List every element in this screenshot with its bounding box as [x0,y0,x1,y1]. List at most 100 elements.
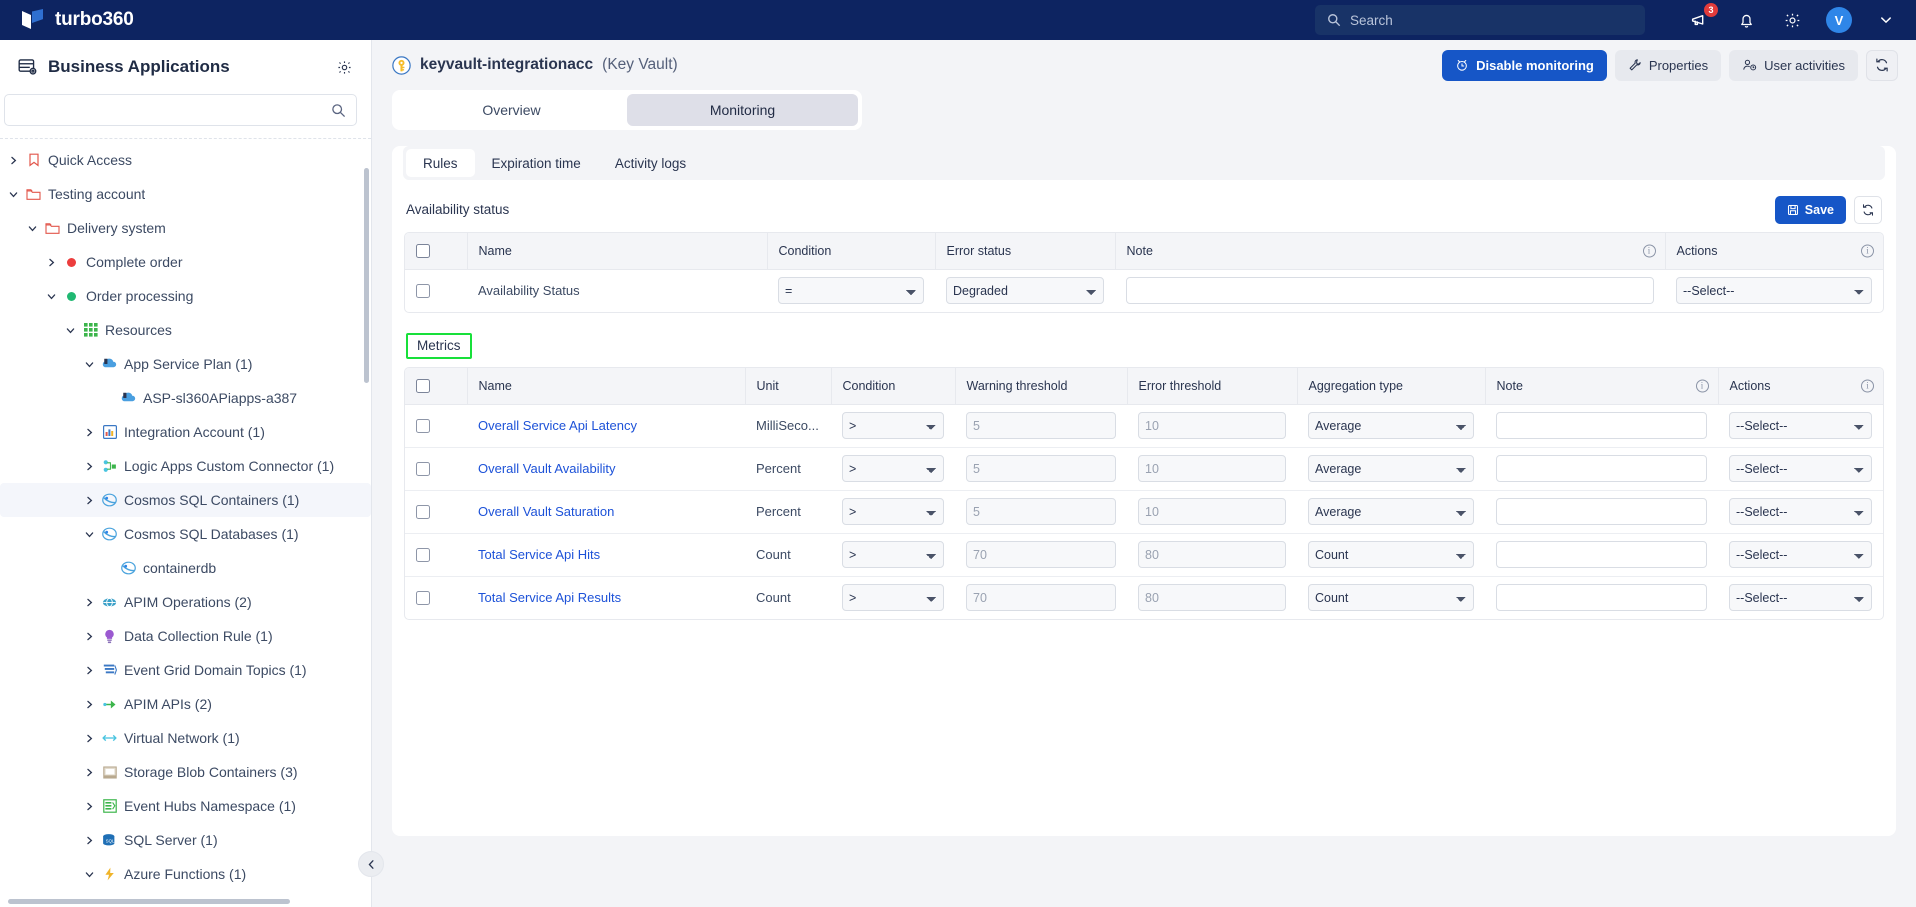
tree-item[interactable]: containerdb [0,551,371,585]
actions-select[interactable]: --Select-- [1729,412,1872,439]
search-icon[interactable] [331,103,346,118]
note-input[interactable] [1496,541,1707,568]
select-all-checkbox[interactable] [416,378,430,393]
brand-logo[interactable]: turbo360 [0,9,134,31]
chevron-right-icon[interactable] [84,665,100,676]
condition-select[interactable]: >>=<<==!= [842,541,944,568]
tree-item[interactable]: Azure Functions (1) [0,857,371,891]
subtab-activity-logs[interactable]: Activity logs [598,149,703,177]
chevron-down-icon[interactable] [27,223,43,234]
warning-threshold-input[interactable] [966,584,1116,612]
actions-select[interactable]: --Select-- [1729,455,1872,482]
info-icon[interactable]: i [1695,379,1709,393]
disable-monitoring-button[interactable]: Disable monitoring [1442,49,1607,81]
condition-select[interactable]: >>=<<==!= [842,412,944,439]
tree-item[interactable]: Cosmos SQL Containers (1) [0,483,371,517]
actions-select[interactable]: --Select-- [1676,277,1872,305]
tree-item[interactable]: Storage Blob Containers (3) [0,755,371,789]
row-checkbox[interactable] [416,590,430,605]
actions-select[interactable]: --Select-- [1729,584,1872,612]
chevron-down-icon[interactable] [8,189,24,200]
tree-item[interactable]: APIM APIs (2) [0,687,371,721]
metric-name-link[interactable]: Total Service Api Results [478,590,621,605]
chevron-right-icon[interactable] [84,801,100,812]
metric-name-link[interactable]: Overall Service Api Latency [478,418,637,433]
chevron-right-icon[interactable] [8,155,24,166]
chevron-right-icon[interactable] [84,835,100,846]
bell-icon[interactable] [1734,8,1758,32]
sidebar-horizontal-scrollbar[interactable] [8,899,290,904]
tree-item[interactable]: Delivery system [0,211,371,245]
info-icon[interactable]: i [1861,379,1874,393]
aggregation-type-select[interactable]: AverageCountMinimumMaximumTotal [1308,541,1474,568]
sidebar-vertical-scrollbar[interactable] [364,168,369,383]
sidebar-search-box[interactable] [4,94,357,126]
sidebar-settings-gear-icon[interactable] [336,59,353,76]
tree-item[interactable]: ASP-sl360APiapps-a387 [0,381,371,415]
warning-threshold-input[interactable] [966,455,1116,482]
tab-overview[interactable]: Overview [396,94,627,126]
chevron-right-icon[interactable] [84,767,100,778]
tree-item[interactable]: Quick Access [0,143,371,177]
aggregation-type-select[interactable]: AverageCountMinimumMaximumTotal [1308,455,1474,482]
refresh-icon[interactable] [1866,49,1898,81]
tree-item[interactable]: Event Grid Domain Topics (1) [0,653,371,687]
info-icon[interactable]: i [1861,244,1874,258]
row-checkbox[interactable] [416,547,430,562]
chevron-right-icon[interactable] [84,699,100,710]
metric-name-link[interactable]: Overall Vault Saturation [478,504,614,519]
note-input[interactable] [1496,584,1707,612]
chevron-down-icon[interactable] [84,359,100,370]
actions-select[interactable]: --Select-- [1729,498,1872,525]
aggregation-type-select[interactable]: AverageCountMinimumMaximumTotal [1308,498,1474,525]
chevron-right-icon[interactable] [84,733,100,744]
chevron-right-icon[interactable] [84,461,100,472]
error-threshold-input[interactable] [1138,541,1286,568]
select-all-checkbox[interactable] [416,243,430,258]
row-checkbox[interactable] [416,461,430,476]
chevron-down-icon[interactable] [46,291,62,302]
avatar[interactable]: V [1826,7,1852,33]
tree-item[interactable]: SQL SQL Server (1) [0,823,371,857]
error-threshold-input[interactable] [1138,455,1286,482]
condition-select[interactable]: >>=<<==!= [842,455,944,482]
metric-name-link[interactable]: Total Service Api Hits [478,547,600,562]
info-icon[interactable]: i [1642,244,1656,258]
note-input[interactable] [1496,412,1707,439]
tab-monitoring[interactable]: Monitoring [627,94,858,126]
tree-item[interactable]: Complete order [0,245,371,279]
note-input[interactable] [1496,498,1707,525]
chevron-right-icon[interactable] [84,597,100,608]
tree-item[interactable]: Cosmos SQL Databases (1) [0,517,371,551]
tree-item[interactable]: Data Collection Rule (1) [0,619,371,653]
chevron-right-icon[interactable] [84,427,100,438]
tree-item[interactable]: Event Hubs Namespace (1) [0,789,371,823]
user-activities-button[interactable]: User activities [1729,49,1858,81]
row-checkbox[interactable] [416,504,430,519]
warning-threshold-input[interactable] [966,412,1116,439]
availability-refresh-icon[interactable] [1854,195,1882,224]
note-input[interactable] [1496,455,1707,482]
condition-select[interactable]: =!=>< [778,277,924,305]
tree-item[interactable]: Virtual Network (1) [0,721,371,755]
actions-select[interactable]: --Select-- [1729,541,1872,568]
tree-item[interactable]: Integration Account (1) [0,415,371,449]
megaphone-icon[interactable]: 3 [1688,3,1718,32]
error-threshold-input[interactable] [1138,498,1286,525]
tree-item[interactable]: Resources [0,313,371,347]
aggregation-type-select[interactable]: AverageCountMinimumMaximumTotal [1308,584,1474,612]
tree-item[interactable]: Logic Apps Custom Connector (1) [0,449,371,483]
warning-threshold-input[interactable] [966,541,1116,568]
global-search-input[interactable]: Search [1315,5,1645,35]
chevron-right-icon[interactable] [46,257,62,268]
tree-item[interactable]: App Service Plan (1) [0,347,371,381]
error-threshold-input[interactable] [1138,584,1286,612]
metric-name-link[interactable]: Overall Vault Availability [478,461,616,476]
chevron-down-icon[interactable] [65,325,81,336]
note-input[interactable] [1126,277,1654,305]
chevron-down-icon[interactable] [84,529,100,540]
properties-button[interactable]: Properties [1614,49,1722,81]
subtab-rules[interactable]: Rules [406,149,475,177]
row-checkbox[interactable] [416,418,430,433]
chevron-right-icon[interactable] [84,495,100,506]
